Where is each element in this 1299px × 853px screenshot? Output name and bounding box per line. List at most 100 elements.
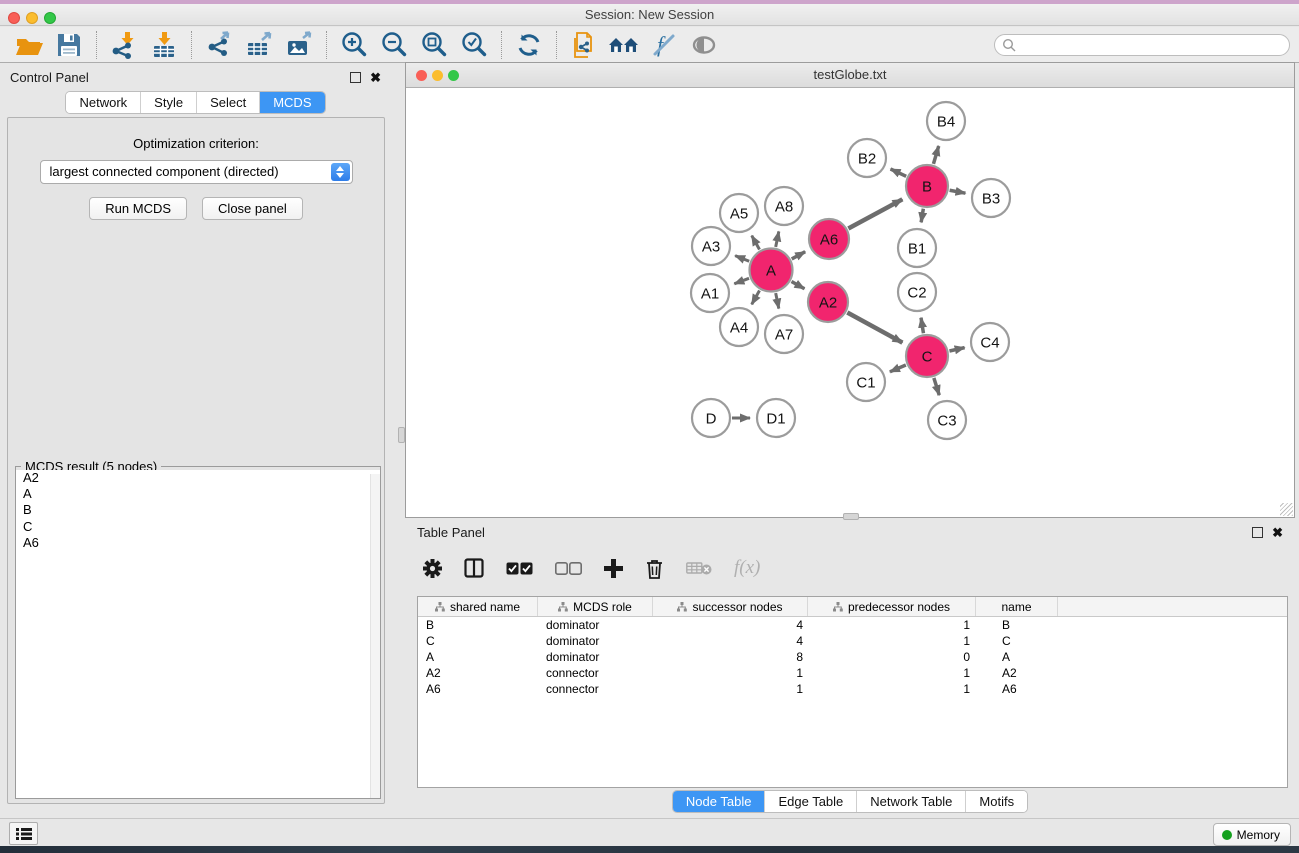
- run-mcds-button[interactable]: Run MCDS: [89, 197, 187, 220]
- graph-edge-A-A4[interactable]: [752, 290, 760, 304]
- mcds-result-item[interactable]: A6: [16, 535, 380, 551]
- graph-edge-A2-C[interactable]: [847, 313, 902, 343]
- zoom-fit-button[interactable]: [414, 29, 454, 61]
- table-cell[interactable]: A6: [418, 681, 538, 697]
- table-cell[interactable]: dominator: [538, 649, 653, 665]
- graph-edge-C-C1[interactable]: [890, 365, 906, 372]
- table-cell[interactable]: 1: [808, 617, 976, 633]
- table-row[interactable]: A2connector11A2: [418, 665, 1287, 681]
- delete-table-button[interactable]: [686, 560, 712, 576]
- graph-node-C1[interactable]: C1: [847, 363, 885, 401]
- table-cell[interactable]: C: [976, 633, 1058, 649]
- graph-node-A[interactable]: A: [750, 249, 793, 292]
- column-header-successor-nodes[interactable]: successor nodes: [653, 597, 808, 616]
- graph-node-B4[interactable]: B4: [927, 102, 965, 140]
- graph-node-B3[interactable]: B3: [972, 179, 1010, 217]
- table-cell[interactable]: 1: [808, 633, 976, 649]
- optimization-criterion-select[interactable]: largest connected component (directed): [40, 160, 353, 184]
- graph-edge-A6-B[interactable]: [848, 199, 902, 228]
- table-cell[interactable]: A6: [976, 681, 1058, 697]
- tab-edge-table[interactable]: Edge Table: [765, 791, 857, 812]
- graph-node-A8[interactable]: A8: [765, 187, 803, 225]
- deselect-all-rows-button[interactable]: [555, 562, 582, 575]
- graph-node-A3[interactable]: A3: [692, 227, 730, 265]
- tab-network[interactable]: Network: [66, 92, 141, 113]
- table-settings-button[interactable]: [423, 559, 442, 578]
- graph-node-A6[interactable]: A6: [809, 219, 849, 259]
- scrollbar-track[interactable]: [370, 474, 380, 798]
- table-cell[interactable]: A: [418, 649, 538, 665]
- mcds-result-item[interactable]: A: [16, 486, 380, 502]
- graph-node-D[interactable]: D: [692, 399, 730, 437]
- graph-edge-C-C3[interactable]: [934, 378, 939, 395]
- graph-edge-C-C4[interactable]: [949, 348, 964, 351]
- table-cell[interactable]: 4: [653, 617, 808, 633]
- graph-node-C4[interactable]: C4: [971, 323, 1009, 361]
- table-cell[interactable]: dominator: [538, 617, 653, 633]
- import-network-button[interactable]: [104, 29, 144, 61]
- show-columns-button[interactable]: [464, 558, 484, 578]
- tab-select[interactable]: Select: [197, 92, 260, 113]
- graph-edge-C-C2[interactable]: [921, 318, 923, 334]
- tab-style[interactable]: Style: [141, 92, 197, 113]
- graph-node-A4[interactable]: A4: [720, 308, 758, 346]
- import-table-button[interactable]: [144, 29, 184, 61]
- task-history-button[interactable]: [9, 822, 38, 845]
- search-input[interactable]: [1021, 36, 1281, 54]
- graph-edge-A-A1[interactable]: [734, 278, 749, 284]
- table-cell[interactable]: connector: [538, 681, 653, 697]
- graph-node-A5[interactable]: A5: [720, 194, 758, 232]
- graph-node-B1[interactable]: B1: [898, 229, 936, 267]
- graph-edge-B-B4[interactable]: [933, 146, 938, 164]
- graph-edge-A-A6[interactable]: [792, 252, 805, 259]
- table-cell[interactable]: 1: [808, 681, 976, 697]
- refresh-layout-button[interactable]: [509, 29, 549, 61]
- table-row[interactable]: Adominator80A: [418, 649, 1287, 665]
- float-panel-icon[interactable]: [350, 72, 361, 83]
- zoom-out-button[interactable]: [374, 29, 414, 61]
- tab-node-table[interactable]: Node Table: [673, 791, 766, 812]
- tab-network-table[interactable]: Network Table: [857, 791, 966, 812]
- graph-edge-B-B1[interactable]: [921, 209, 923, 223]
- new-network-from-selection-button[interactable]: [564, 29, 604, 61]
- graph-node-C2[interactable]: C2: [898, 273, 936, 311]
- minimize-window-button[interactable]: [26, 12, 38, 24]
- function-builder-button[interactable]: f(x): [734, 557, 760, 579]
- table-cell[interactable]: C: [418, 633, 538, 649]
- mcds-result-item[interactable]: B: [16, 502, 380, 518]
- network-close-button[interactable]: [416, 70, 427, 81]
- graph-edge-A-A8[interactable]: [776, 231, 779, 246]
- column-header-MCDS-role[interactable]: MCDS role: [538, 597, 653, 616]
- search-field[interactable]: [994, 34, 1290, 56]
- graph-node-A1[interactable]: A1: [691, 274, 729, 312]
- graph-node-B[interactable]: B: [906, 165, 948, 207]
- table-cell[interactable]: A2: [976, 665, 1058, 681]
- close-table-panel-icon[interactable]: ✖: [1272, 527, 1283, 538]
- create-column-button[interactable]: [604, 559, 623, 578]
- table-cell[interactable]: B: [418, 617, 538, 633]
- float-table-panel-icon[interactable]: [1252, 527, 1263, 538]
- tab-mcds[interactable]: MCDS: [260, 92, 324, 113]
- tab-motifs[interactable]: Motifs: [966, 791, 1027, 812]
- table-cell[interactable]: 8: [653, 649, 808, 665]
- graph-edge-B-B2[interactable]: [891, 169, 907, 176]
- table-cell[interactable]: B: [976, 617, 1058, 633]
- home-button[interactable]: [604, 29, 644, 61]
- table-row[interactable]: Bdominator41B: [418, 617, 1287, 633]
- open-session-button[interactable]: [9, 29, 49, 61]
- delete-column-button[interactable]: [645, 558, 664, 579]
- table-cell[interactable]: 4: [653, 633, 808, 649]
- graph-node-C3[interactable]: C3: [928, 401, 966, 439]
- zoom-window-button[interactable]: [44, 12, 56, 24]
- zoom-selected-button[interactable]: [454, 29, 494, 61]
- table-cell[interactable]: A2: [418, 665, 538, 681]
- network-minimize-button[interactable]: [432, 70, 443, 81]
- close-panel-button[interactable]: Close panel: [202, 197, 303, 220]
- birds-eye-view-button[interactable]: [684, 29, 724, 61]
- column-header-shared-name[interactable]: shared name: [418, 597, 538, 616]
- table-cell[interactable]: 1: [653, 681, 808, 697]
- graph-node-D1[interactable]: D1: [757, 399, 795, 437]
- table-cell[interactable]: 1: [808, 665, 976, 681]
- zoom-in-button[interactable]: [334, 29, 374, 61]
- network-zoom-button[interactable]: [448, 70, 459, 81]
